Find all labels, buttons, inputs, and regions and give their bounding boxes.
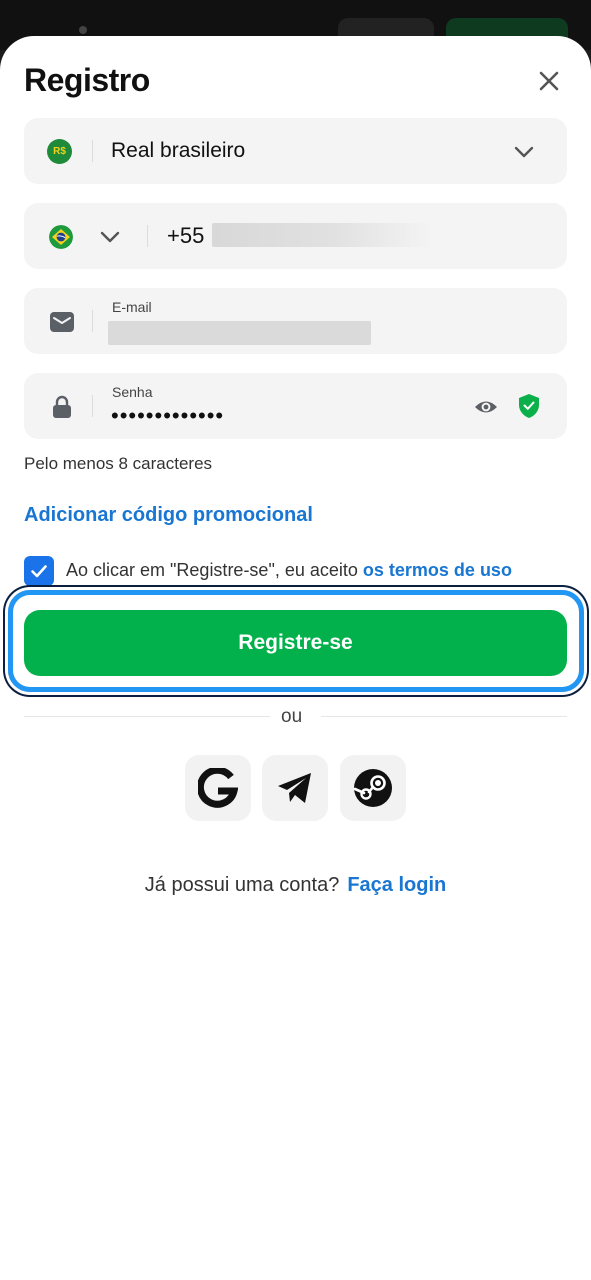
currency-select[interactable]: R$ Real brasileiro (24, 118, 567, 184)
phone-country-code: +55 (167, 223, 205, 248)
close-button[interactable] (532, 64, 566, 98)
password-field[interactable]: Senha ••••••••••••• (24, 373, 567, 439)
telegram-login-button[interactable] (262, 755, 328, 821)
google-icon (198, 768, 238, 808)
divider-line-right (321, 716, 567, 717)
login-prompt-row: Já possui uma conta? Faça login (0, 874, 591, 897)
email-label: E-mail (112, 299, 152, 315)
terms-label: Ao clicar em "Registre-se", eu aceito (66, 560, 363, 580)
steam-icon (353, 769, 392, 807)
eye-icon[interactable] (474, 395, 498, 419)
divider (92, 395, 93, 417)
or-divider-text: ou (281, 706, 303, 727)
phone-number-redacted[interactable] (212, 223, 434, 247)
terms-text: Ao clicar em "Registre-se", eu aceito os… (66, 560, 512, 581)
divider (147, 225, 148, 247)
password-value[interactable]: ••••••••••••• (111, 403, 224, 429)
login-link[interactable]: Faça login (347, 874, 446, 896)
divider-line-left (24, 716, 270, 717)
steam-login-button[interactable] (340, 755, 406, 821)
lock-icon (53, 395, 71, 418)
divider (92, 310, 93, 332)
registration-sheet: Registro R$ Real brasileiro +55 E-mail S… (0, 36, 591, 1280)
phone-field[interactable]: +55 (24, 203, 567, 269)
google-login-button[interactable] (185, 755, 251, 821)
password-label: Senha (112, 384, 153, 400)
password-hint: Pelo menos 8 caracteres (24, 454, 213, 473)
check-icon (31, 565, 47, 578)
chevron-down-icon (514, 146, 534, 158)
terms-of-use-link[interactable]: os termos de uso (363, 560, 512, 580)
terms-checkbox[interactable] (24, 556, 54, 586)
page-title: Registro (24, 62, 150, 98)
close-icon (539, 71, 559, 91)
status-dot (79, 26, 87, 34)
currency-value: Real brasileiro (111, 139, 246, 162)
divider (92, 140, 93, 162)
currency-icon: R$ (47, 139, 72, 164)
email-value-redacted[interactable] (108, 321, 371, 345)
brazil-flag-icon[interactable] (49, 225, 73, 249)
telegram-icon (278, 773, 311, 803)
email-field[interactable]: E-mail (24, 288, 567, 354)
shield-check-icon (519, 394, 539, 418)
country-chevron-down-icon[interactable] (98, 225, 122, 249)
add-promo-code-link[interactable]: Adicionar código promocional (24, 504, 313, 527)
register-button[interactable]: Registre-se (24, 610, 567, 676)
login-prompt: Já possui uma conta? (144, 874, 340, 896)
mail-icon (50, 312, 74, 332)
